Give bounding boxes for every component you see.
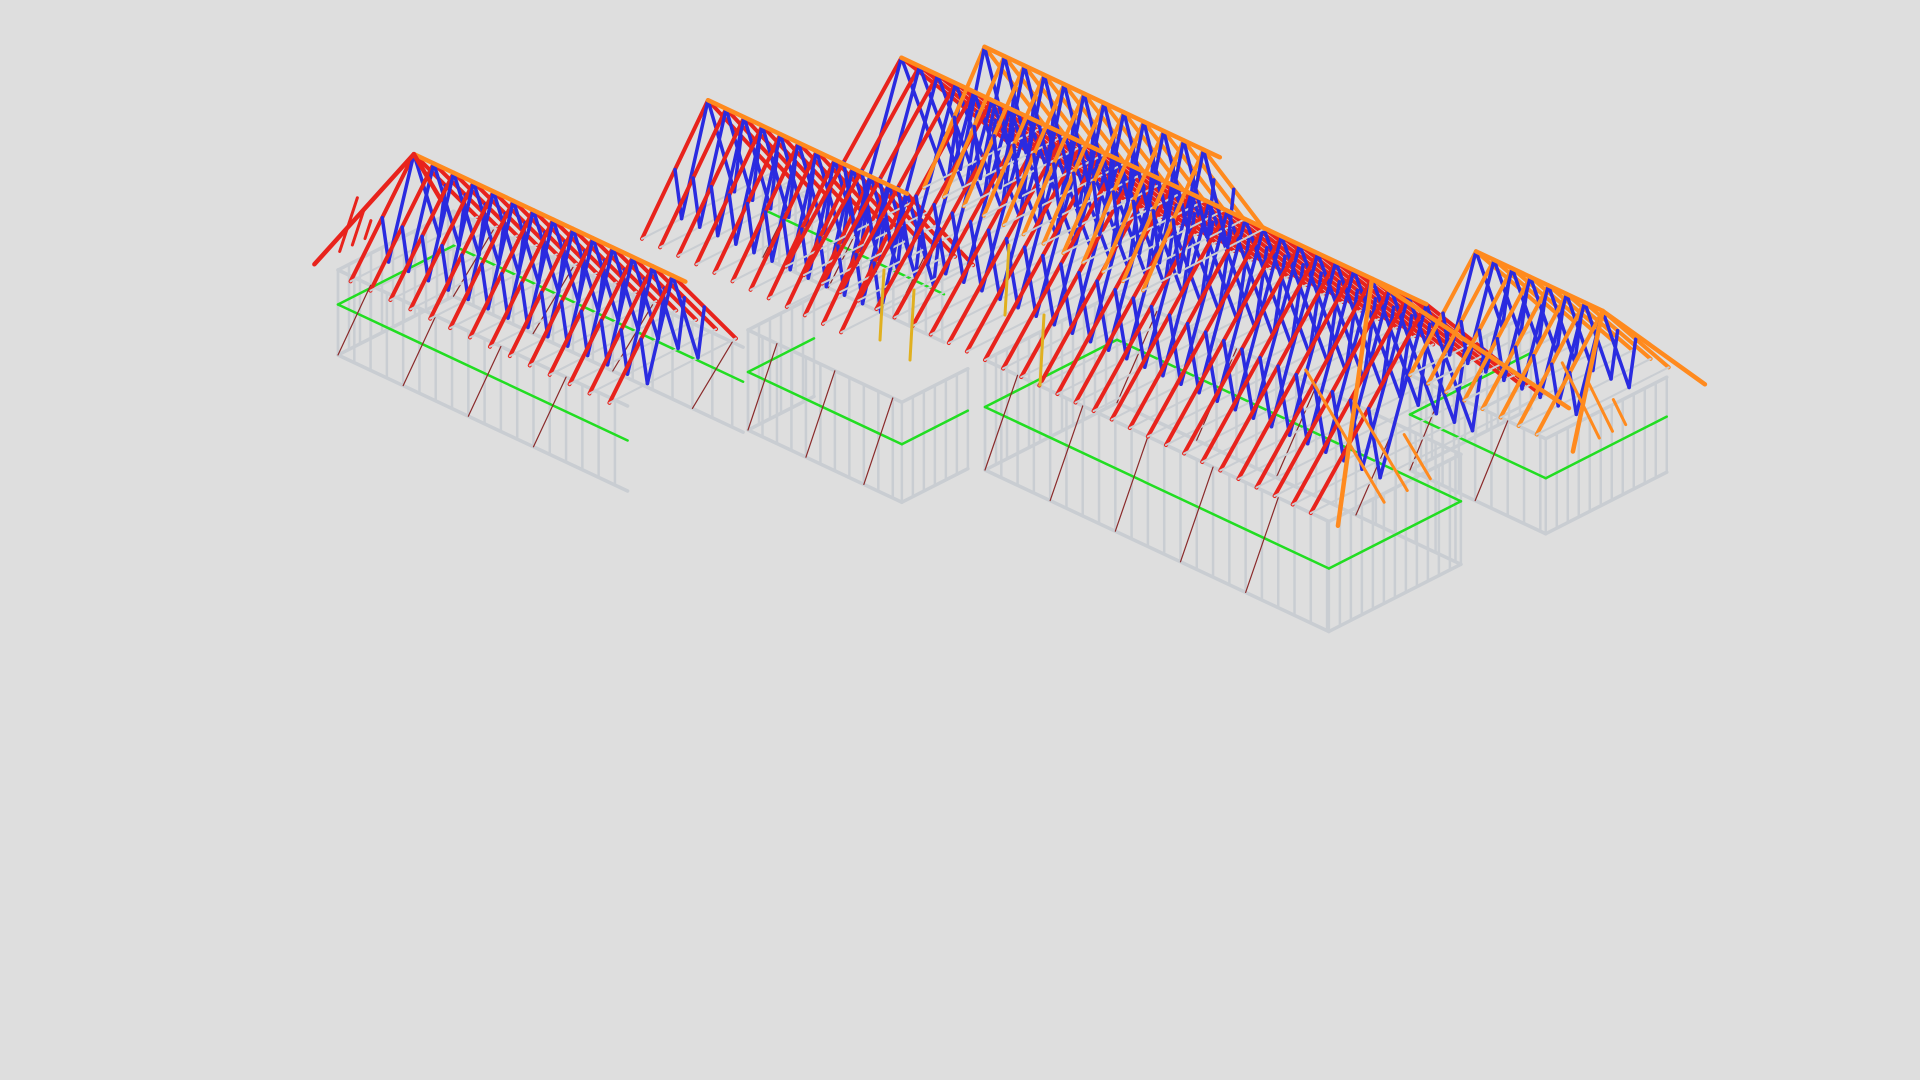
- post: [878, 268, 886, 342]
- nogging: [1544, 415, 1668, 480]
- bottom-plate: [1544, 470, 1669, 536]
- 3d-model-viewport[interactable]: [0, 0, 1920, 1080]
- post: [1003, 243, 1011, 317]
- jack-rafter: [363, 219, 373, 241]
- ridge: [899, 55, 1429, 307]
- bottom-plate: [336, 353, 630, 493]
- hip-rafter: [1600, 308, 1708, 387]
- jack-rafter: [338, 196, 359, 253]
- house-frame-model[interactable]: [0, 0, 1920, 1080]
